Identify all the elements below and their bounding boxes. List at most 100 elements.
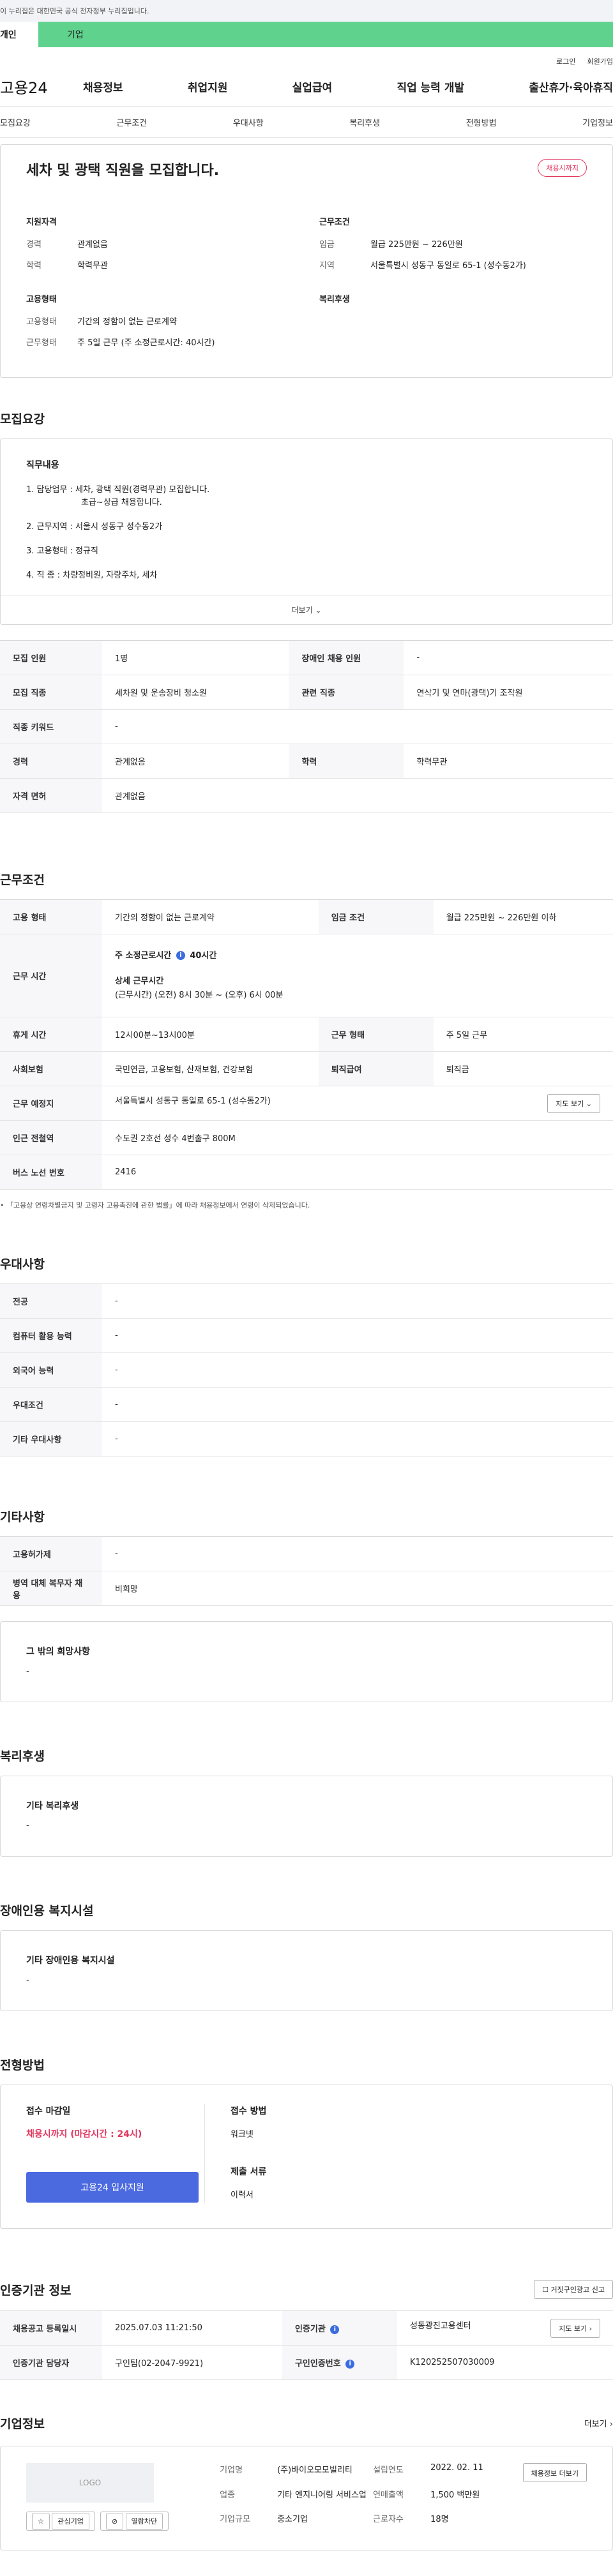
region-value: 서울특별시 성동구 동일로 65-1 (성수동2가) [370,261,526,271]
docs-label: 제출 서류 [231,2167,267,2177]
table-header-cell: 임금 조건 [318,899,434,934]
gov-notice-bar: 이 누리집은 대한민국 공식 전자정부 누리집입니다. [0,0,613,22]
career-value: 관계없음 [77,240,108,250]
favorite-button[interactable]: ☆ 관심기업 [26,2512,95,2531]
apply-button[interactable]: 고용24 입사지원 [26,2172,199,2203]
selection-heading: 전형방법 [0,2058,45,2072]
snb-item[interactable]: 근무조건 [116,116,147,128]
table-header-cell: 자격 면허 [0,778,102,813]
favorite-label: 관심기업 [52,2513,89,2530]
disabled-box: 기타 장애인용 복지시설 - [0,1930,613,2011]
tab-company[interactable]: 기업 [38,22,613,47]
table-header-cell: 병역 대체 복무자 채용 [0,1571,102,1606]
method-label: 접수 방법 [231,2106,267,2116]
recruit-heading: 모집요강 [0,412,45,426]
table-cell: - [102,1421,613,1456]
edu-label: 학력 [26,261,42,271]
deadline-value: 채용시까지 (마감시간 : 24시) [26,2129,142,2139]
table-cell: K120252507030009 [397,2345,613,2380]
table-cell: - [404,640,613,675]
region-label: 지역 [319,261,335,271]
table-row: 고용허가제 - [0,1536,613,1571]
gnb-item[interactable]: 실업급여 [292,79,333,94]
table-row: 사회보험 국민연금, 고용보험, 산재보험, 건강보험 퇴직급여 퇴직금 [0,1051,613,1086]
table-header-cell: 근무 예정지 [0,1086,102,1121]
detail-hours-label: 상세 근무시간 [115,976,164,986]
info-icon[interactable]: i [176,951,185,960]
table-cell: 학력무관 [404,744,613,779]
work-heading: 근무조건 [0,873,45,887]
gnb-item[interactable]: 취업지원 [188,79,228,94]
info-icon[interactable]: i [345,2359,355,2369]
snb-item[interactable]: 전형방법 [466,116,497,128]
table-header-cell: 고용 형태 [0,899,102,934]
site-logo[interactable]: 고용24 [0,75,83,98]
company-more-label: 더보기 [584,2420,607,2429]
table-cell: 성동광진고용센터 지도 보기 › [397,2310,613,2346]
table-row: 인근 전철역 수도권 2호선 성수 4번출구 800M [0,1120,613,1155]
more-label: 더보기 [291,606,313,615]
table-cell: 세차원 및 운송장비 청소원 [102,675,289,710]
welfare-box-heading: 기타 복리후생 [26,1801,79,1811]
table-header-cell: 근무 형태 [318,1017,434,1052]
docs-value: 이력서 [231,2190,254,2200]
table-cell: 주 5일 근무 [433,1017,613,1052]
table-header-cell: 외국어 능력 [0,1352,102,1388]
table-cell: - [102,1536,613,1571]
employment-block: 고용형태 고용형태 기간의 정함이 없는 근로계약 근무형태 주 5일 근무 (주 … [26,292,294,357]
disabled-box-heading: 기타 장애인용 복지시설 [26,1956,115,1966]
table-header-cell: 휴게 시간 [0,1017,102,1052]
utility-nav: 로그인 회원가입 [0,47,613,66]
table-header-cell: 경력 [0,744,102,779]
table-header-cell: 퇴직급여 [318,1051,434,1086]
table-header-cell: 인증기관 i [282,2310,397,2346]
institution-table: 채용공고 등록일시 2025.07.03 11:21:50 인증기관 i 성동광… [0,2310,613,2380]
block-button[interactable]: ⊘ 열람차단 [100,2512,169,2531]
table-row: 기타 우대사항 - [0,1421,613,1456]
chevron-right-icon: › [609,2420,613,2429]
table-row: 컴퓨터 활용 능력 - [0,1318,613,1353]
table-row: 외국어 능력 - [0,1352,613,1388]
job-line-text: 1. 담당업무 : 세차, 광택 직원(경력무관) 모집합니다. [26,485,210,495]
job-title: 세차 및 광택 직원을 모집합니다. [26,163,220,179]
gnb-item[interactable]: 직업 능력 개발 [397,79,464,94]
table-header-cell: 모집 직종 [0,675,102,710]
snb-item[interactable]: 우대사항 [233,116,264,128]
company-header: 기업정보 더보기 › [0,2415,613,2432]
worktype-value: 주 5일 근무 (주 소정근로시간: 40시간) [77,338,215,348]
job-line: 3. 고용형태 : 정규직 [26,546,98,556]
edu-value: 학력무관 [77,261,108,271]
join-link[interactable]: 회원가입 [587,56,613,66]
qualification-heading: 지원자격 [26,218,57,227]
tab-individual[interactable]: 개인 [0,22,38,47]
table-cell: 관계없음 [102,778,613,813]
info-icon[interactable]: i [330,2325,340,2334]
welfare-box-value: - [26,1821,29,1831]
sales-value: 1,500 백만원 [430,2490,480,2500]
deadline-label: 접수 마감일 [26,2106,71,2116]
table-cell: 비희망 [102,1571,613,1606]
company-jobs-button[interactable]: 채용정보 더보기 [522,2463,587,2482]
more-button[interactable]: 더보기 ⌄ [1,595,612,624]
map-button[interactable]: 지도 보기 ⌄ [547,1093,600,1113]
report-button[interactable]: ☐ 거짓구인광고 신고 [534,2280,613,2299]
map-button[interactable]: 지도 보기 › [550,2318,600,2338]
table-cell: - [102,709,613,744]
table-header-cell: 버스 노선 번호 [0,1155,102,1190]
table-cell: 1명 [102,640,289,675]
etc-box-value: - [26,1666,29,1676]
snb-item[interactable]: 모집요강 [0,116,31,128]
table-header-cell: 관련 직종 [289,675,404,710]
condition-heading: 근무조건 [319,218,350,227]
table-row: 직종 키워드 - [0,709,613,744]
gnb-item[interactable]: 출산휴가·육아휴직 [529,79,613,94]
disabled-heading: 장애인용 복지시설 [0,1904,94,1918]
snb-item[interactable]: 기업정보 [582,116,613,128]
gnb-item[interactable]: 채용정보 [83,79,123,94]
snb-item[interactable]: 복리후생 [349,116,380,128]
job-line: 2. 근무지역 : 서울시 성동구 성수동2가 [26,522,163,532]
login-link[interactable]: 로그인 [556,56,575,66]
company-more-link[interactable]: 더보기 › [584,2417,613,2429]
chevron-down-icon: ⌄ [315,606,322,615]
table-header-cell: 사회보험 [0,1051,102,1086]
